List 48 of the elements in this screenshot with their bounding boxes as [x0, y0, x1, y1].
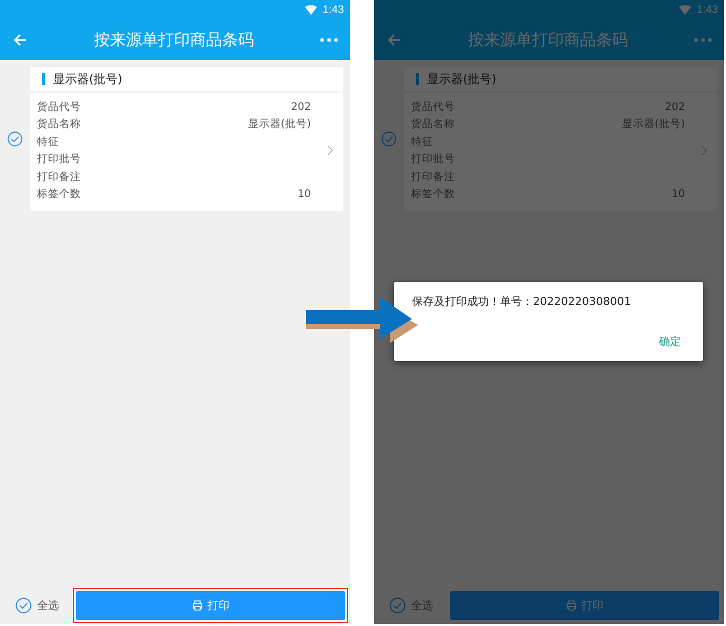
back-icon[interactable] [12, 32, 28, 48]
field-label: 标签个数 [37, 187, 81, 202]
field-label: 特征 [411, 134, 433, 149]
field-value: 202 [290, 100, 311, 113]
field-label: 打印批号 [411, 152, 455, 166]
card-title: 显示器(批号) [427, 70, 496, 88]
print-button[interactable]: 打印 [76, 590, 345, 620]
field-value: 显示器(批号) [248, 117, 311, 132]
select-all-label[interactable]: 全选 [411, 598, 447, 612]
printer-icon [566, 600, 576, 610]
printer-icon [192, 600, 202, 610]
item-card[interactable]: 显示器(批号) 货品代号 202 货品名称 显示器(批号) 特征 打印批号 打印备注 标签个数 10 [30, 67, 343, 211]
more-icon[interactable] [320, 38, 338, 42]
page-title: 按来源单打印商品条码 [467, 30, 629, 50]
field-label: 货品名称 [411, 117, 455, 132]
field-label: 货品代号 [411, 100, 455, 114]
check-circle-icon[interactable] [389, 596, 406, 614]
field-label: 货品名称 [37, 117, 81, 132]
more-icon[interactable] [694, 38, 712, 42]
status-time: 1:43 [322, 4, 344, 16]
field-value: 显示器(批号) [622, 117, 685, 132]
chevron-icon[interactable] [327, 145, 333, 156]
status-time: 1:43 [696, 4, 718, 16]
field-value: 10 [298, 188, 311, 200]
check-circle-icon[interactable] [381, 131, 397, 147]
item-card[interactable]: 显示器(批号) 货品代号 202 货品名称 显示器(批号) 特征 打印批号 打印备注 标签个数 10 [404, 67, 717, 211]
wifi-icon [678, 5, 691, 15]
check-circle-icon[interactable] [15, 596, 32, 614]
select-all-label[interactable]: 全选 [37, 598, 73, 612]
field-label: 标签个数 [411, 187, 455, 202]
check-circle-icon[interactable] [7, 131, 23, 147]
print-button[interactable]: 打印 [450, 590, 719, 620]
accent-bar [416, 73, 419, 85]
field-label: 打印备注 [411, 170, 455, 184]
wifi-icon [304, 5, 317, 15]
card-title: 显示器(批号) [53, 70, 122, 88]
chevron-icon[interactable] [701, 145, 707, 156]
confirm-button[interactable]: 确定 [655, 334, 685, 349]
field-label: 货品代号 [37, 100, 81, 114]
field-label: 打印备注 [37, 170, 81, 184]
field-value: 10 [672, 188, 685, 200]
field-label: 特征 [37, 134, 59, 149]
accent-bar [42, 73, 45, 85]
field-label: 打印批号 [37, 152, 81, 166]
dialog-message: 保存及打印成功！单号：20220220308001 [412, 294, 631, 309]
field-value: 202 [664, 100, 685, 113]
back-icon[interactable] [386, 32, 402, 48]
page-title: 按来源单打印商品条码 [93, 30, 255, 50]
